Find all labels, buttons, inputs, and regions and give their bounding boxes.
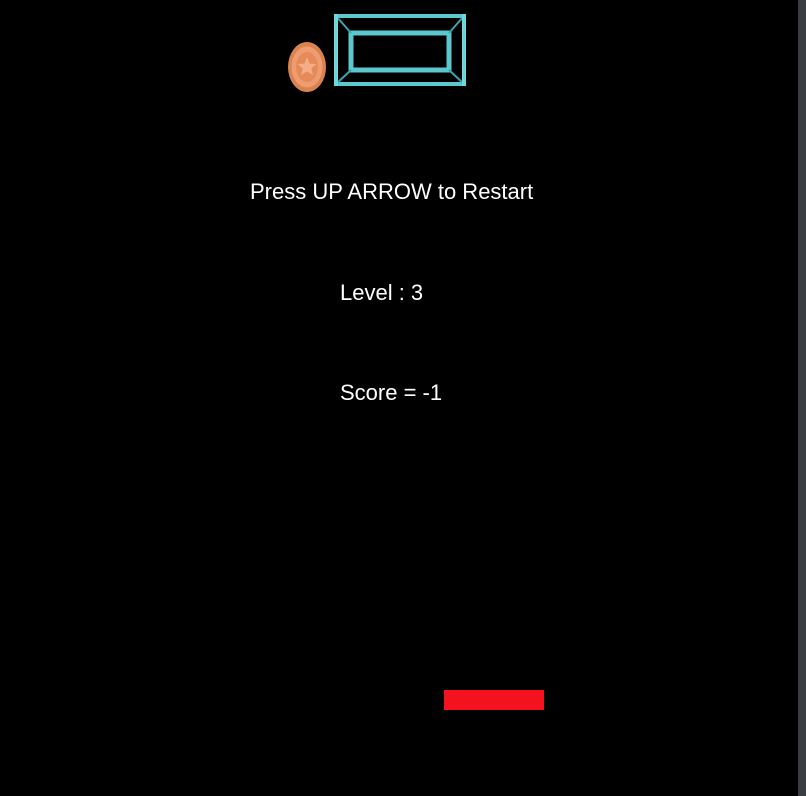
star-coin-icon [288, 42, 326, 92]
game-canvas[interactable]: Press UP ARROW to Restart Level : 3 Scor… [0, 0, 798, 796]
player-paddle[interactable] [444, 690, 544, 710]
goal-frame-icon [334, 14, 466, 86]
score-display: Score = -1 [340, 380, 443, 405]
level-indicator: Level : 3 [340, 280, 424, 305]
window-edge [798, 0, 806, 796]
restart-message: Press UP ARROW to Restart [250, 179, 534, 204]
